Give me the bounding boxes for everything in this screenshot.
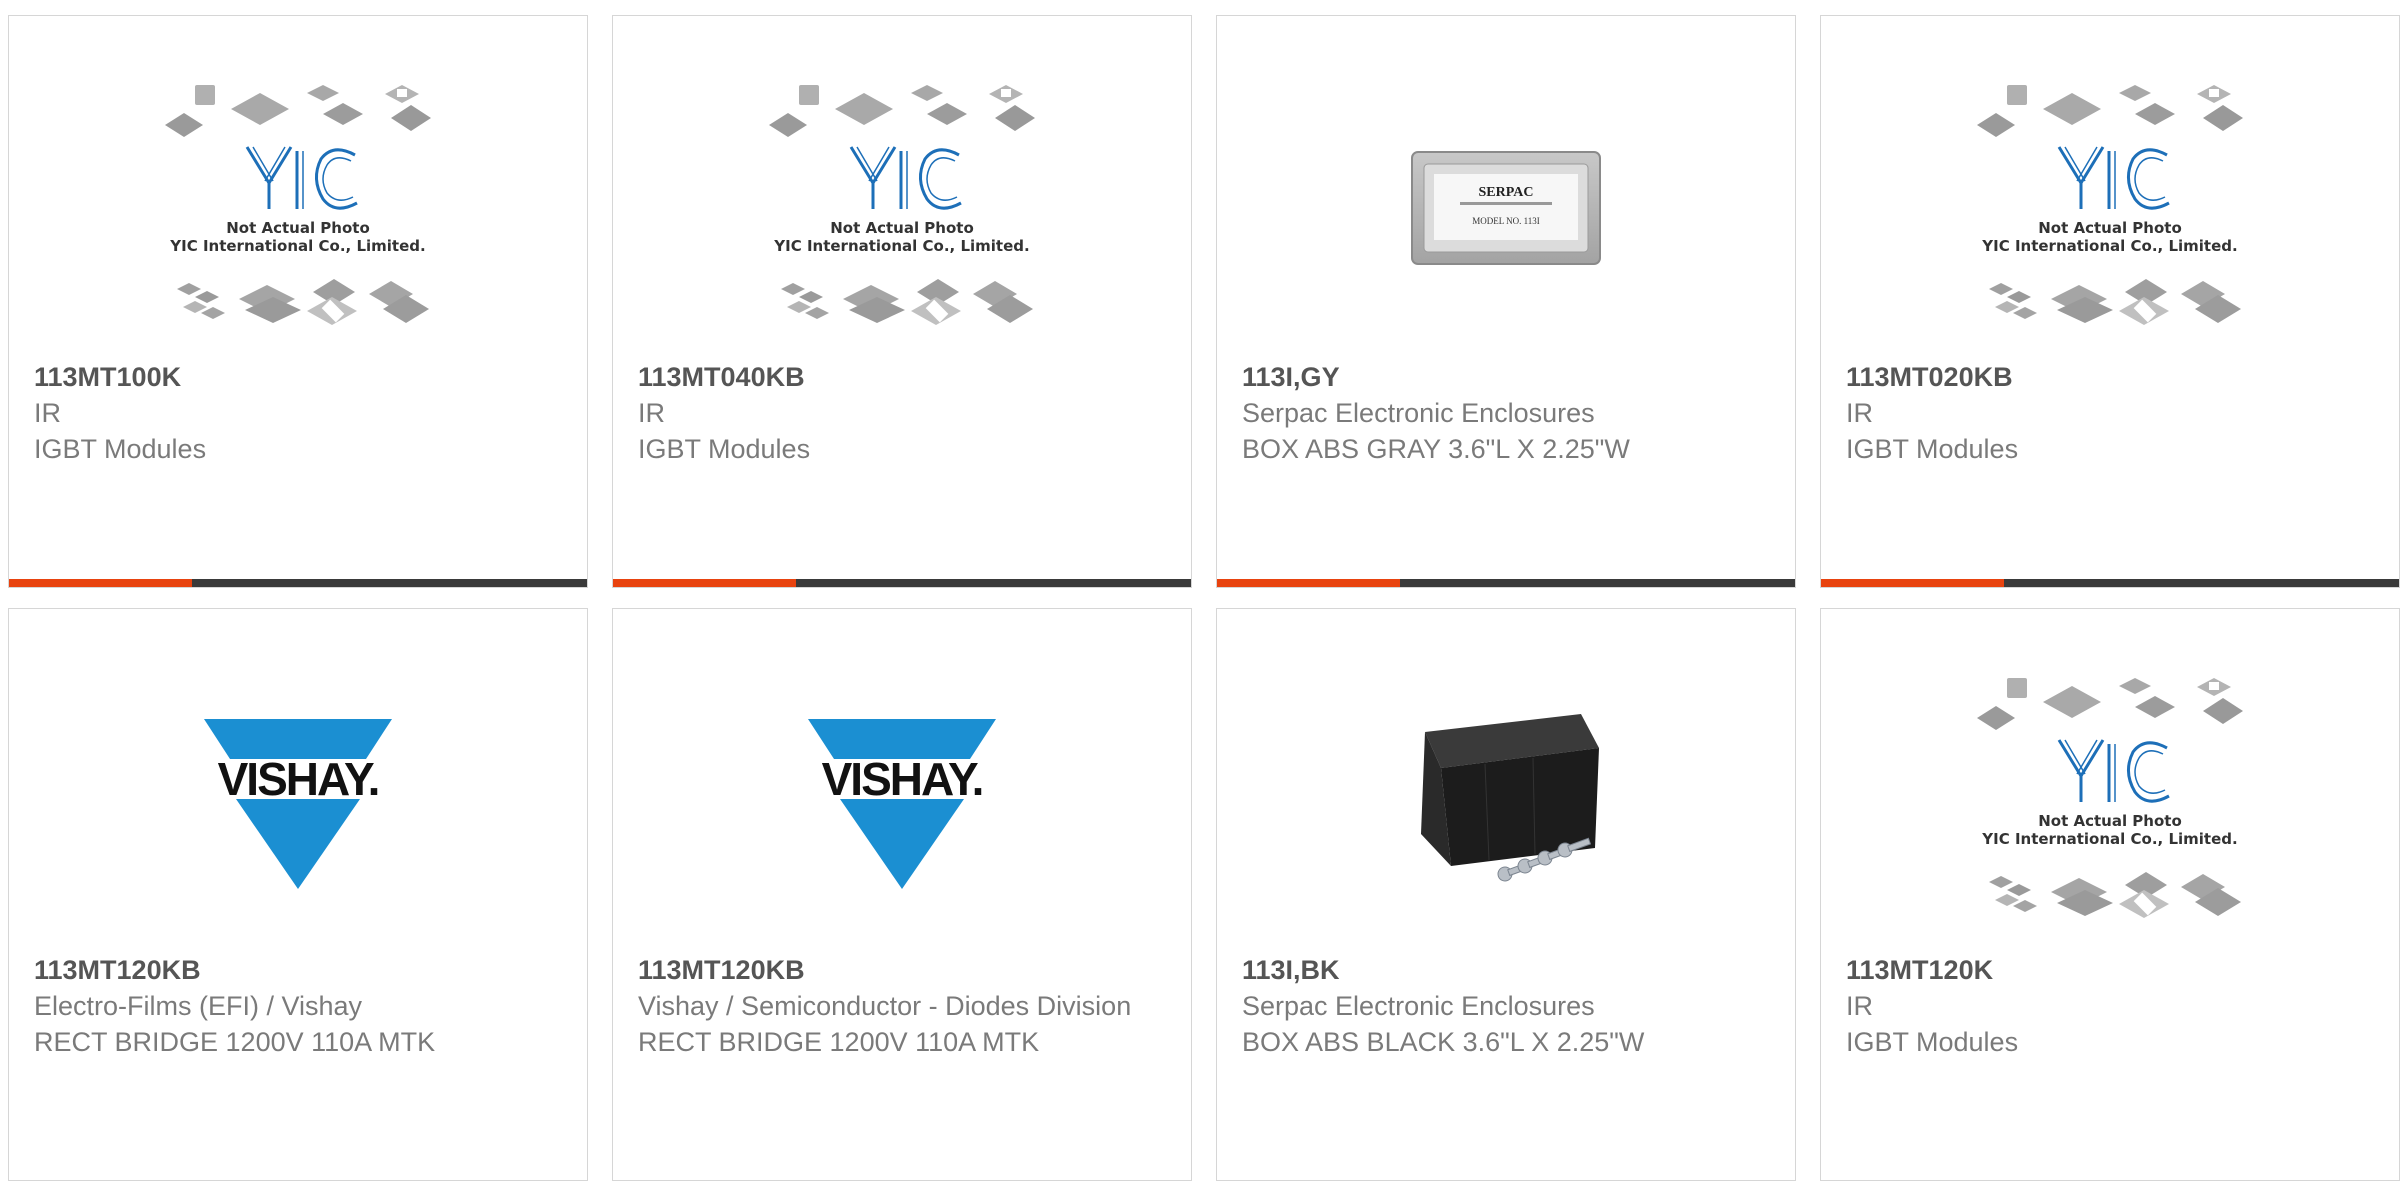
manufacturer: Vishay / Semiconductor - Diodes Division [638,991,1132,1021]
manufacturer: IR [1846,991,1873,1021]
product-card[interactable]: Not Actual Photo YIC International Co., … [612,15,1192,588]
product-card[interactable]: Not Actual Photo YIC International Co., … [8,15,588,588]
description: RECT BRIDGE 1200V 110A MTK [638,1027,1040,1057]
part-number[interactable]: 113MT040KB [638,359,1168,395]
part-number[interactable]: 113MT120K [1846,952,2376,988]
card-bar-accent [9,579,192,587]
product-image[interactable]: Not Actual Photo YIC International Co., … [9,60,587,360]
svg-text:VISHAY.: VISHAY. [822,753,983,805]
product-card[interactable]: VISHAY. 113MT120KB Vishay / Semiconducto… [612,608,1192,1181]
yic-placeholder-icon: Not Actual Photo YIC International Co., … [769,85,1035,325]
svg-text:Not Actual Photo: Not Actual Photo [226,219,370,237]
part-number[interactable]: 113I,BK [1242,952,1772,988]
part-number[interactable]: 113MT100K [34,359,564,395]
card-bottom-bar [613,579,1191,587]
description: IGBT Modules [638,434,811,464]
yic-placeholder-icon: Not Actual Photo YIC International Co., … [165,85,431,325]
product-image[interactable]: VISHAY. [9,653,587,953]
product-image[interactable] [1217,653,1795,953]
card-bar-accent [1821,579,2004,587]
part-number[interactable]: 113MT020KB [1846,359,2376,395]
svg-text:MODEL NO. 113I: MODEL NO. 113I [1472,216,1540,226]
svg-text:YIC International Co., Limited: YIC International Co., Limited. [1981,830,2237,848]
card-bottom-bar [1217,579,1795,587]
yic-placeholder-icon: Not Actual Photo YIC International Co., … [1977,678,2243,918]
manufacturer: IR [34,398,61,428]
product-image[interactable]: VISHAY. [613,653,1191,953]
card-bottom-bar [9,579,587,587]
description: RECT BRIDGE 1200V 110A MTK [34,1027,436,1057]
product-image[interactable]: Not Actual Photo YIC International Co., … [1821,653,2399,953]
product-grid: Not Actual Photo YIC International Co., … [8,15,2400,1181]
black-enclosure-icon [1421,714,1599,882]
card-bar-accent [1217,579,1400,587]
description: BOX ABS GRAY 3.6"L X 2.25"W [1242,434,1630,464]
vishay-logo-icon: VISHAY. [204,719,392,889]
svg-text:Not Actual Photo: Not Actual Photo [2038,219,2182,237]
svg-text:YIC International Co., Limited: YIC International Co., Limited. [169,237,425,255]
svg-text:YIC International Co., Limited: YIC International Co., Limited. [1981,237,2237,255]
svg-text:YIC International Co., Limited: YIC International Co., Limited. [773,237,1029,255]
product-card[interactable]: SERPAC MODEL NO. 113I 113I,GY Serpac Ele… [1216,15,1796,588]
product-card[interactable]: 113I,BK Serpac Electronic Enclosures BOX… [1216,608,1796,1181]
part-number[interactable]: 113MT120KB [638,952,1168,988]
description: IGBT Modules [1846,1027,2019,1057]
description: IGBT Modules [1846,434,2019,464]
part-number[interactable]: 113I,GY [1242,359,1772,395]
product-card[interactable]: VISHAY. 113MT120KB Electro-Films (EFI) /… [8,608,588,1181]
svg-text:SERPAC: SERPAC [1479,185,1534,200]
part-number[interactable]: 113MT120KB [34,952,564,988]
product-image[interactable]: SERPAC MODEL NO. 113I [1217,60,1795,360]
card-bar-accent [613,579,796,587]
product-image[interactable]: Not Actual Photo YIC International Co., … [613,60,1191,360]
gray-enclosure-icon: SERPAC MODEL NO. 113I [1411,151,1601,265]
product-image[interactable]: Not Actual Photo YIC International Co., … [1821,60,2399,360]
svg-text:Not Actual Photo: Not Actual Photo [2038,812,2182,830]
manufacturer: Serpac Electronic Enclosures [1242,398,1595,428]
svg-text:VISHAY.: VISHAY. [218,753,379,805]
manufacturer: Electro-Films (EFI) / Vishay [34,991,363,1021]
description: BOX ABS BLACK 3.6"L X 2.25"W [1242,1027,1645,1057]
yic-placeholder-icon: Not Actual Photo YIC International Co., … [1977,85,2243,325]
product-card[interactable]: Not Actual Photo YIC International Co., … [1820,15,2400,588]
card-bottom-bar [1821,579,2399,587]
svg-text:Not Actual Photo: Not Actual Photo [830,219,974,237]
description: IGBT Modules [34,434,207,464]
manufacturer: Serpac Electronic Enclosures [1242,991,1595,1021]
product-card[interactable]: Not Actual Photo YIC International Co., … [1820,608,2400,1181]
manufacturer: IR [638,398,665,428]
vishay-logo-icon: VISHAY. [808,719,996,889]
manufacturer: IR [1846,398,1873,428]
